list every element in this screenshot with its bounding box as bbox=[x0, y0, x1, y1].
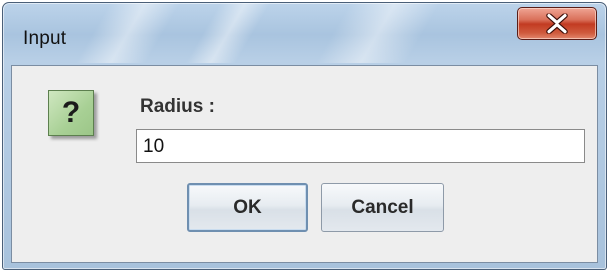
radius-input[interactable] bbox=[136, 129, 585, 163]
cancel-button[interactable]: Cancel bbox=[321, 183, 444, 232]
titlebar-glass-streak bbox=[75, 3, 181, 63]
titlebar[interactable]: Input bbox=[3, 3, 606, 63]
close-icon bbox=[546, 13, 568, 34]
titlebar-glass-streak bbox=[315, 3, 441, 63]
window-title: Input bbox=[23, 28, 67, 49]
question-icon: ? bbox=[48, 90, 94, 136]
input-dialog-window: Input ? Radius : OK Cancel bbox=[2, 2, 607, 270]
titlebar-glass-streak bbox=[185, 3, 271, 63]
radius-label: Radius : bbox=[140, 96, 215, 117]
close-button[interactable] bbox=[517, 7, 597, 40]
dialog-content: ? Radius : OK Cancel bbox=[11, 65, 598, 263]
ok-button[interactable]: OK bbox=[187, 183, 308, 232]
